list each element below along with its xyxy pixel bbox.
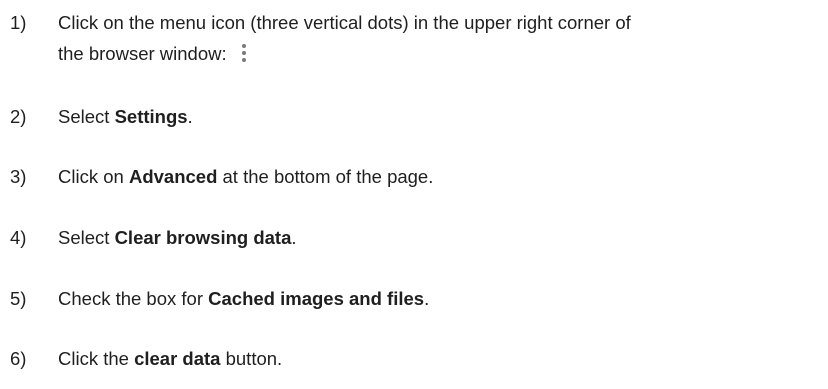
step-text: . bbox=[424, 288, 430, 309]
step-text: the browser window: bbox=[58, 43, 227, 64]
step-emphasis: Advanced bbox=[128, 166, 218, 187]
step-text: Select bbox=[58, 227, 115, 248]
step-number: 1) bbox=[10, 12, 27, 33]
step-text: Click on bbox=[58, 166, 129, 187]
step-number: 3) bbox=[10, 166, 27, 187]
step-emphasis: Settings bbox=[114, 106, 188, 127]
step-text: Check the box for bbox=[58, 288, 209, 309]
instructions-list: 1) Click on the menu icon (three vertica… bbox=[0, 0, 828, 389]
step-text: Click on the menu icon (three vertical d… bbox=[58, 12, 631, 33]
step-text: Select bbox=[58, 106, 115, 127]
step-emphasis: clear data bbox=[134, 348, 221, 369]
step-number: 2) bbox=[10, 106, 27, 127]
step-text: at the bottom of the page. bbox=[217, 166, 434, 187]
step-emphasis: Cached images and files bbox=[208, 288, 425, 309]
step-number: 4) bbox=[10, 227, 27, 248]
step-number: 6) bbox=[10, 348, 27, 369]
step-text: . bbox=[187, 106, 193, 127]
step-number: 5) bbox=[10, 288, 27, 309]
three-vertical-dots-icon bbox=[241, 42, 247, 64]
step-text: Click the bbox=[58, 348, 135, 369]
step-text: . bbox=[291, 227, 297, 248]
step-text: button. bbox=[220, 348, 283, 369]
step-emphasis: Clear browsing data bbox=[114, 227, 292, 248]
